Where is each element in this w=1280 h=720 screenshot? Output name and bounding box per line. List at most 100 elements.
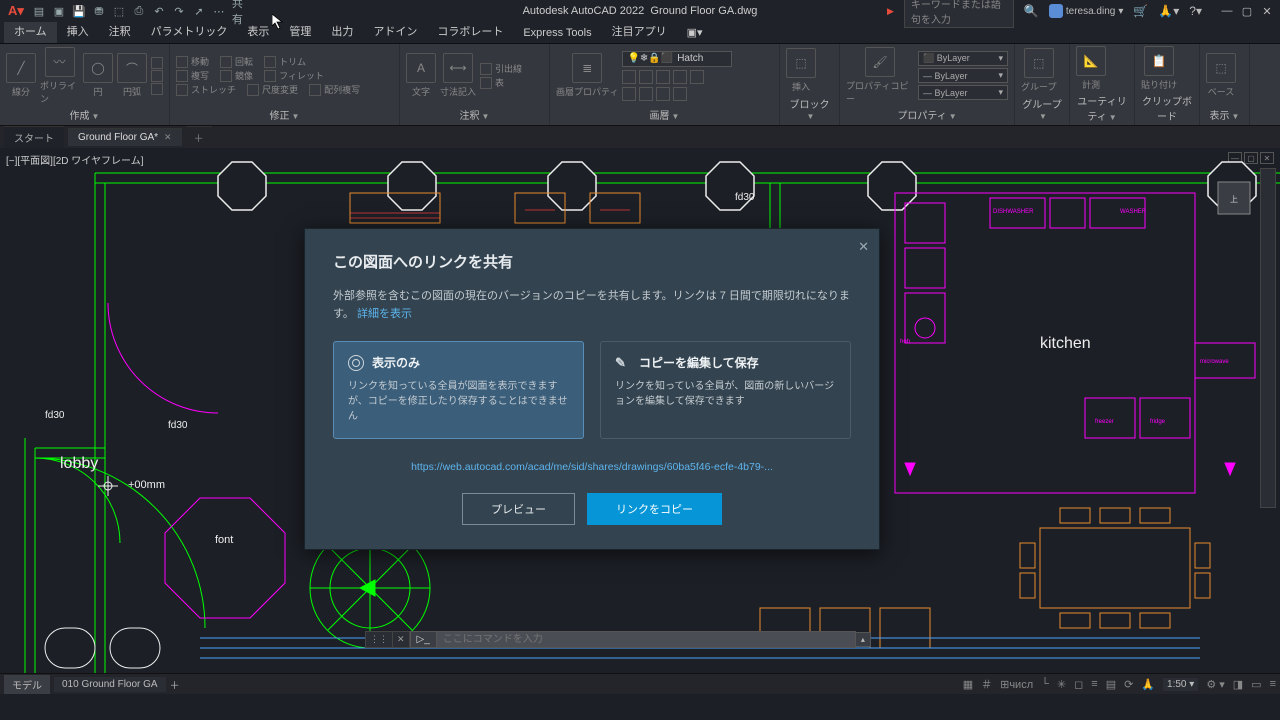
panel-props-title[interactable]: プロパティ▼	[846, 105, 1008, 125]
copy-button[interactable]: 複写 鏡像 フィレット	[176, 69, 393, 82]
matchprops-button[interactable]: 🖌プロパティコピー	[846, 47, 914, 105]
sb-osnap-icon[interactable]: ◻	[1074, 678, 1083, 691]
svg-text:font: font	[215, 534, 233, 546]
cart-icon[interactable]: 🛒	[1133, 4, 1148, 18]
tab-featured[interactable]: 注目アプリ	[602, 20, 677, 43]
line-button[interactable]: ╱線分	[6, 53, 36, 98]
sb-snap-icon[interactable]: ⊞числ	[1000, 678, 1033, 691]
group-button[interactable]: ⬚グループ	[1021, 48, 1056, 93]
modelspace-tab[interactable]: モデル	[4, 675, 50, 694]
dialog-close-icon[interactable]: ✕	[858, 239, 869, 255]
option-view-only[interactable]: 表示のみ リンクを知っている全員が図面を表示できますが、コピーを修正したり保存す…	[333, 341, 584, 439]
layout-tab[interactable]: 010 Ground Floor GA	[54, 677, 166, 692]
sb-model-icon[interactable]: ▦	[963, 678, 973, 691]
sb-trans-icon[interactable]: ▤	[1106, 678, 1116, 691]
leader-button[interactable]: 引出線	[480, 62, 522, 75]
help-icon[interactable]: ?▾	[1189, 4, 1202, 18]
sb-gear-icon[interactable]: ⚙ ▾	[1206, 678, 1224, 691]
sb-iso-icon[interactable]: ◨	[1233, 678, 1243, 691]
panel-draw-title[interactable]: 作成▼	[6, 105, 163, 125]
sb-anno-icon[interactable]: 🙏	[1141, 678, 1155, 691]
stretch-button[interactable]: ストレッチ 尺度変更 配列複写	[176, 83, 393, 96]
tab-addins[interactable]: アドイン	[363, 20, 427, 43]
tab-express[interactable]: Express Tools	[513, 24, 601, 43]
option-edit-copy[interactable]: コピーを編集して保存 リンクを知っている全員が、図面の新しいバージョンを編集して…	[600, 341, 851, 439]
viewcube[interactable]: 上	[1210, 174, 1258, 222]
details-link[interactable]: 詳細を表示	[357, 308, 412, 320]
qat-saveas-icon[interactable]: ⛃	[92, 4, 106, 18]
cmd-handle-icon[interactable]: ⋮⋮	[365, 631, 393, 648]
panel-block-title[interactable]: ブロック▼	[786, 94, 833, 125]
apps-icon[interactable]: 🙏▾	[1158, 4, 1179, 18]
tab-output[interactable]: 出力	[321, 20, 363, 43]
panel-annot-title[interactable]: 注釈▼	[406, 105, 543, 125]
tab-annotate[interactable]: 注釈	[99, 20, 141, 43]
cmd-close-icon[interactable]: ✕	[393, 631, 410, 648]
tab-insert[interactable]: 挿入	[57, 20, 99, 43]
color-combo[interactable]: ⬛ ByLayer▾	[918, 51, 1008, 66]
sb-grid-icon[interactable]: ＃	[981, 676, 992, 692]
layer-combo[interactable]: 💡❄🔒⬛ Hatch	[622, 51, 732, 67]
text-button[interactable]: A文字	[406, 53, 436, 98]
measure-button[interactable]: 📐計測	[1076, 46, 1106, 91]
block-insert-button[interactable]: ⬚挿入	[786, 48, 816, 93]
app-logo[interactable]: A▾	[4, 3, 28, 19]
tab-overflow-icon[interactable]: ▣▾	[677, 23, 713, 43]
qat-web-icon[interactable]: ⬚	[112, 4, 126, 18]
qat-share2-icon[interactable]: 共有	[232, 4, 246, 18]
sb-ortho-icon[interactable]: └	[1041, 678, 1049, 690]
minimize-icon[interactable]: —	[1220, 5, 1234, 18]
table-button[interactable]: 表	[480, 76, 522, 89]
panel-view-title[interactable]: 表示▼	[1206, 105, 1243, 125]
panel-modify-title[interactable]: 修正▼	[176, 105, 393, 125]
command-line[interactable]: ⋮⋮ ✕ ▷_ ▴	[365, 629, 871, 649]
copy-link-button[interactable]: リンクをコピー	[587, 493, 722, 525]
paste-button[interactable]: 📋貼り付け	[1141, 46, 1177, 91]
tab-parametric[interactable]: パラメトリック	[141, 20, 238, 43]
layerprops-button[interactable]: ≣画層プロパティ	[556, 53, 618, 98]
panel-layers-title[interactable]: 画層▼	[556, 105, 773, 125]
close-icon[interactable]: ✕	[1260, 5, 1274, 18]
tab-home[interactable]: ホーム	[4, 20, 57, 43]
panel-group-title[interactable]: グループ▼	[1021, 94, 1063, 125]
nav-bar[interactable]	[1260, 168, 1276, 508]
sb-lwt-icon[interactable]: ≡	[1091, 678, 1097, 690]
layout-add-icon[interactable]: ＋	[170, 677, 180, 692]
sb-custom-icon[interactable]: ≡	[1270, 678, 1276, 690]
qat-undo-icon[interactable]: ↶	[152, 4, 166, 18]
dim-button[interactable]: ⟷寸法記入	[440, 53, 476, 98]
filetab-close-icon[interactable]: ✕	[164, 132, 172, 143]
qat-plot-icon[interactable]: ⎙	[132, 4, 146, 18]
sb-clean-icon[interactable]: ▭	[1251, 678, 1261, 691]
base-button[interactable]: ⬚ベース	[1206, 53, 1236, 98]
qat-new-icon[interactable]: ▤	[32, 4, 46, 18]
qat-save-icon[interactable]: 💾	[72, 4, 86, 18]
share-url[interactable]: https://web.autocad.com/acad/me/sid/shar…	[333, 461, 851, 473]
cmd-history-icon[interactable]: ▴	[856, 632, 871, 647]
ltype-combo[interactable]: — ByLayer▾	[918, 85, 1008, 100]
qat-more-icon[interactable]: ⋯	[212, 4, 226, 18]
search-icon[interactable]: 🔍	[1024, 4, 1039, 18]
qat-share-icon[interactable]: ➚	[192, 4, 206, 18]
user-menu[interactable]: teresa.ding ▾	[1049, 4, 1124, 18]
filetab-active[interactable]: Ground Floor GA*✕	[68, 128, 182, 146]
move-button[interactable]: 移動 回転 トリム	[176, 55, 393, 68]
qat-open-icon[interactable]: ▣	[52, 4, 66, 18]
search-input[interactable]: キーワードまたは語句を入力	[904, 0, 1014, 28]
maximize-icon[interactable]: ▢	[1240, 5, 1254, 18]
panel-util-title[interactable]: ユーティリティ▼	[1076, 91, 1128, 126]
filetab-new-icon[interactable]: ＋	[186, 126, 212, 148]
zoom-combo[interactable]: 1:50 ▾	[1163, 678, 1198, 691]
polyline-button[interactable]: 〰ポリライン	[40, 47, 79, 105]
sb-polar-icon[interactable]: ✳	[1057, 678, 1066, 691]
tab-manage[interactable]: 管理	[279, 20, 321, 43]
tab-collaborate[interactable]: コラボレート	[427, 20, 513, 43]
sb-cycle-icon[interactable]: ⟳	[1124, 678, 1133, 691]
qat-redo-icon[interactable]: ↷	[172, 4, 186, 18]
preview-button[interactable]: プレビュー	[462, 493, 575, 525]
lweight-combo[interactable]: — ByLayer▾	[918, 68, 1008, 83]
arc-button[interactable]: ⌒円弧	[117, 53, 147, 98]
circle-button[interactable]: ◯円	[83, 53, 113, 98]
cmd-input[interactable]	[436, 631, 856, 648]
filetab-start[interactable]: スタート	[4, 126, 64, 148]
